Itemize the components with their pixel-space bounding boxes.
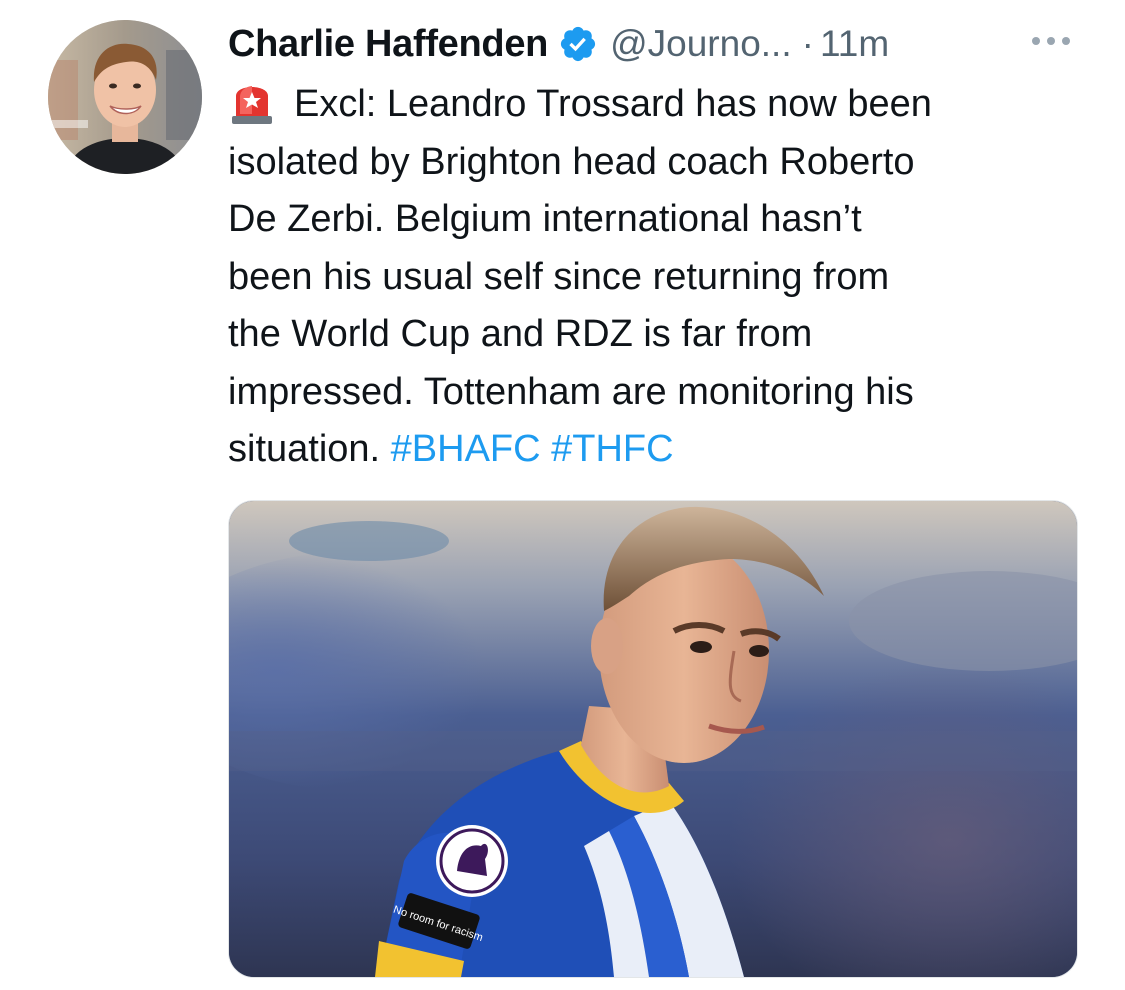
- tweet-text-line: been his usual self since returning from: [228, 255, 890, 298]
- author-display-name[interactable]: Charlie Haffenden: [228, 23, 548, 66]
- tweet-header: Charlie Haffenden @Journo... · 11m: [228, 14, 889, 74]
- avatar-photo: [48, 20, 202, 174]
- tweet-text-line: De Zerbi. Belgium international hasn’t: [228, 198, 862, 240]
- player-photo: No room for racism: [229, 501, 1077, 977]
- tweet-text-line: isolated by Brighton head coach Roberto: [228, 140, 915, 183]
- header-separator: ·: [801, 23, 814, 64]
- author-handle[interactable]: @Journo...: [610, 23, 792, 65]
- tweet-text-segment: situation.: [228, 428, 381, 470]
- avatar[interactable]: [48, 20, 202, 174]
- tweet-text-line: the World Cup and RDZ is far from: [228, 313, 813, 355]
- hashtag-link-thfc[interactable]: #THFC: [551, 428, 673, 470]
- hashtag-link-bhafc[interactable]: #BHAFC: [391, 428, 541, 470]
- tweet-timestamp[interactable]: 11m: [820, 23, 889, 65]
- tweet-text: Excl: Leandro Trossard has now been isol…: [228, 76, 1078, 479]
- tweet-text-segment: Excl: Leandro Trossard has now been: [294, 83, 932, 125]
- tweet-media-image[interactable]: No room for racism: [228, 500, 1078, 978]
- tweet-text-line: situation. #BHAFC #THFC: [228, 421, 1078, 479]
- more-options-icon[interactable]: [1028, 26, 1074, 56]
- tweet[interactable]: Charlie Haffenden @Journo... · 11m Excl:…: [0, 0, 1125, 990]
- tweet-text-line: Excl: Leandro Trossard has now been: [228, 76, 1078, 134]
- tweet-text-line: impressed. Tottenham are monitoring his: [228, 370, 914, 413]
- rotating-light-icon: [232, 86, 272, 124]
- verified-badge-icon: [560, 26, 596, 62]
